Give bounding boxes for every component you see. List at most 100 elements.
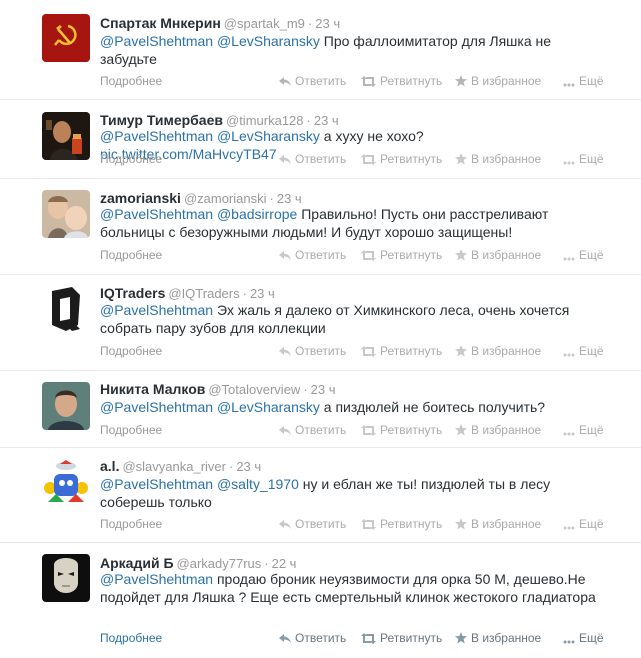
mention-link[interactable]: @PavelShehtman xyxy=(100,128,213,144)
separator-dot: · xyxy=(264,556,269,571)
tweet[interactable]: Тимур Тимербаев @timurka128 · 23 ч @PavelSh… xyxy=(0,100,641,179)
children-photo-avatar[interactable] xyxy=(42,190,90,238)
mention-link[interactable]: @LevSharansky xyxy=(217,33,320,49)
cartoon-avatar[interactable] xyxy=(42,458,90,506)
tweet[interactable]: Никита Малков @Totaloverview · 23 ч @PavelS… xyxy=(0,371,641,448)
tweet-time[interactable]: 23 ч xyxy=(250,286,275,301)
mention-link[interactable]: @PavelShehtman xyxy=(100,206,213,222)
tweet-actions: Подробнее Ответить Ретвитнуть В избранно… xyxy=(100,516,605,532)
mention-link[interactable]: @PavelShehtman xyxy=(100,476,213,492)
user-name[interactable]: a.l. xyxy=(100,458,119,474)
mention-link[interactable]: @PavelShehtman xyxy=(100,571,213,587)
star-icon xyxy=(455,75,467,87)
user-handle[interactable]: @slavyanka_river xyxy=(122,459,226,474)
user-name[interactable]: Спартак Мнкерин xyxy=(100,15,221,31)
tweet-text: @PavelShehtman продаю броник неуязвимост… xyxy=(100,570,600,606)
hammer-sickle-flag-avatar[interactable] xyxy=(42,14,90,62)
tweet-time[interactable]: 23 ч xyxy=(311,382,336,397)
tweet-time[interactable]: 23 ч xyxy=(314,113,339,128)
mention-link[interactable]: @salty_1970 xyxy=(217,476,299,492)
tweet-time[interactable]: 23 ч xyxy=(315,16,340,31)
retweet-button[interactable]: Ретвитнуть xyxy=(361,73,442,89)
expand-link[interactable]: Подробнее xyxy=(100,422,162,438)
user-handle[interactable]: @arkady77rus xyxy=(177,556,262,571)
favorite-button[interactable]: В избранное xyxy=(455,151,541,167)
more-dots-icon xyxy=(563,353,575,357)
tweet-time[interactable]: 23 ч xyxy=(236,459,261,474)
reply-button[interactable]: Ответить xyxy=(279,73,346,89)
user-name[interactable]: Никита Малков xyxy=(100,381,205,397)
reply-button[interactable]: Ответить xyxy=(279,630,346,646)
more-button[interactable]: Ещё xyxy=(563,516,604,532)
tweet[interactable]: a.l. @slavyanka_river · 23 ч @PavelShehtman… xyxy=(0,448,641,543)
star-icon xyxy=(455,632,467,644)
tweet[interactable]: Спартак Мнкерин @spartak_m9 · 23 ч @PavelSh… xyxy=(0,0,641,100)
retweet-button[interactable]: Ретвитнуть xyxy=(361,516,442,532)
more-button[interactable]: Ещё xyxy=(563,422,604,438)
tweet[interactable]: Аркадий Б @arkady77rus · 22 ч @PavelShehtma… xyxy=(0,543,641,658)
reply-label: Ответить xyxy=(295,423,347,437)
expand-link[interactable]: Подробнее xyxy=(100,343,162,359)
favorite-button[interactable]: В избранное xyxy=(455,247,541,263)
expand-link[interactable]: Подробнее xyxy=(100,151,162,167)
reply-label: Ответить xyxy=(295,344,347,358)
reply-button[interactable]: Ответить xyxy=(279,516,346,532)
more-button[interactable]: Ещё xyxy=(563,151,604,167)
user-handle[interactable]: @Totaloverview xyxy=(208,382,300,397)
user-handle[interactable]: @spartak_m9 xyxy=(224,16,305,31)
user-name[interactable]: Тимур Тимербаев xyxy=(100,112,223,128)
reply-button[interactable]: Ответить xyxy=(279,343,346,359)
retweet-label: Ретвитнуть xyxy=(380,631,443,645)
tweet-time[interactable]: 23 ч xyxy=(277,191,302,206)
reply-button[interactable]: Ответить xyxy=(279,422,346,438)
retweet-button[interactable]: Ретвитнуть xyxy=(361,151,442,167)
mention-link[interactable]: @badsirrope xyxy=(217,206,297,222)
retweet-icon xyxy=(361,76,376,87)
retweet-label: Ретвитнуть xyxy=(380,423,443,437)
more-dots-icon xyxy=(563,83,575,87)
reply-button[interactable]: Ответить xyxy=(279,247,346,263)
favorite-button[interactable]: В избранное xyxy=(455,343,541,359)
expand-link[interactable]: Подробнее xyxy=(100,630,162,646)
tweet-actions: Подробнее Ответить Ретвитнуть В избранно… xyxy=(100,151,605,167)
more-label: Ещё xyxy=(579,423,604,437)
favorite-button[interactable]: В избранное xyxy=(455,73,541,89)
tweet[interactable]: zamorianski @zamorianski · 23 ч @PavelSheht… xyxy=(0,179,641,275)
user-name[interactable]: zamorianski xyxy=(100,190,181,206)
separator-dot: · xyxy=(228,459,234,474)
iq-logo-avatar[interactable] xyxy=(42,285,90,333)
user-handle[interactable]: @IQTraders xyxy=(168,286,239,301)
expand-link[interactable]: Подробнее xyxy=(100,247,162,263)
more-button[interactable]: Ещё xyxy=(563,247,604,263)
retweet-button[interactable]: Ретвитнуть xyxy=(361,247,442,263)
tweet-header: Никита Малков @Totaloverview · 23 ч xyxy=(100,380,336,399)
reply-button[interactable]: Ответить xyxy=(279,151,346,167)
retweet-label: Ретвитнуть xyxy=(380,152,443,166)
man-photo-avatar[interactable] xyxy=(42,382,90,430)
more-dots-icon xyxy=(563,161,575,165)
mention-link[interactable]: @LevSharansky xyxy=(217,399,320,415)
user-handle[interactable]: @zamorianski xyxy=(184,191,267,206)
user-handle[interactable]: @timurka128 xyxy=(226,113,304,128)
mention-link[interactable]: @LevSharansky xyxy=(217,128,320,144)
favorite-button[interactable]: В избранное xyxy=(455,516,541,532)
favorite-button[interactable]: В избранное xyxy=(455,422,541,438)
retweet-button[interactable]: Ретвитнуть xyxy=(361,422,442,438)
tweet[interactable]: IQTraders @IQTraders · 23 ч @PavelShehtman … xyxy=(0,275,641,371)
more-button[interactable]: Ещё xyxy=(563,630,604,646)
mention-link[interactable]: @PavelShehtman xyxy=(100,302,213,318)
expand-link[interactable]: Подробнее xyxy=(100,516,162,532)
user-name[interactable]: Аркадий Б xyxy=(100,555,174,571)
retweet-button[interactable]: Ретвитнуть xyxy=(361,630,442,646)
tweet-time[interactable]: 22 ч xyxy=(272,556,297,571)
more-button[interactable]: Ещё xyxy=(563,343,604,359)
user-name[interactable]: IQTraders xyxy=(100,285,165,301)
mask-avatar[interactable] xyxy=(42,554,90,602)
favorite-button[interactable]: В избранное xyxy=(455,630,541,646)
portrait-avatar[interactable] xyxy=(42,112,90,160)
retweet-button[interactable]: Ретвитнуть xyxy=(361,343,442,359)
mention-link[interactable]: @PavelShehtman xyxy=(100,399,213,415)
expand-link[interactable]: Подробнее xyxy=(100,73,162,89)
mention-link[interactable]: @PavelShehtman xyxy=(100,33,213,49)
more-button[interactable]: Ещё xyxy=(563,73,604,89)
